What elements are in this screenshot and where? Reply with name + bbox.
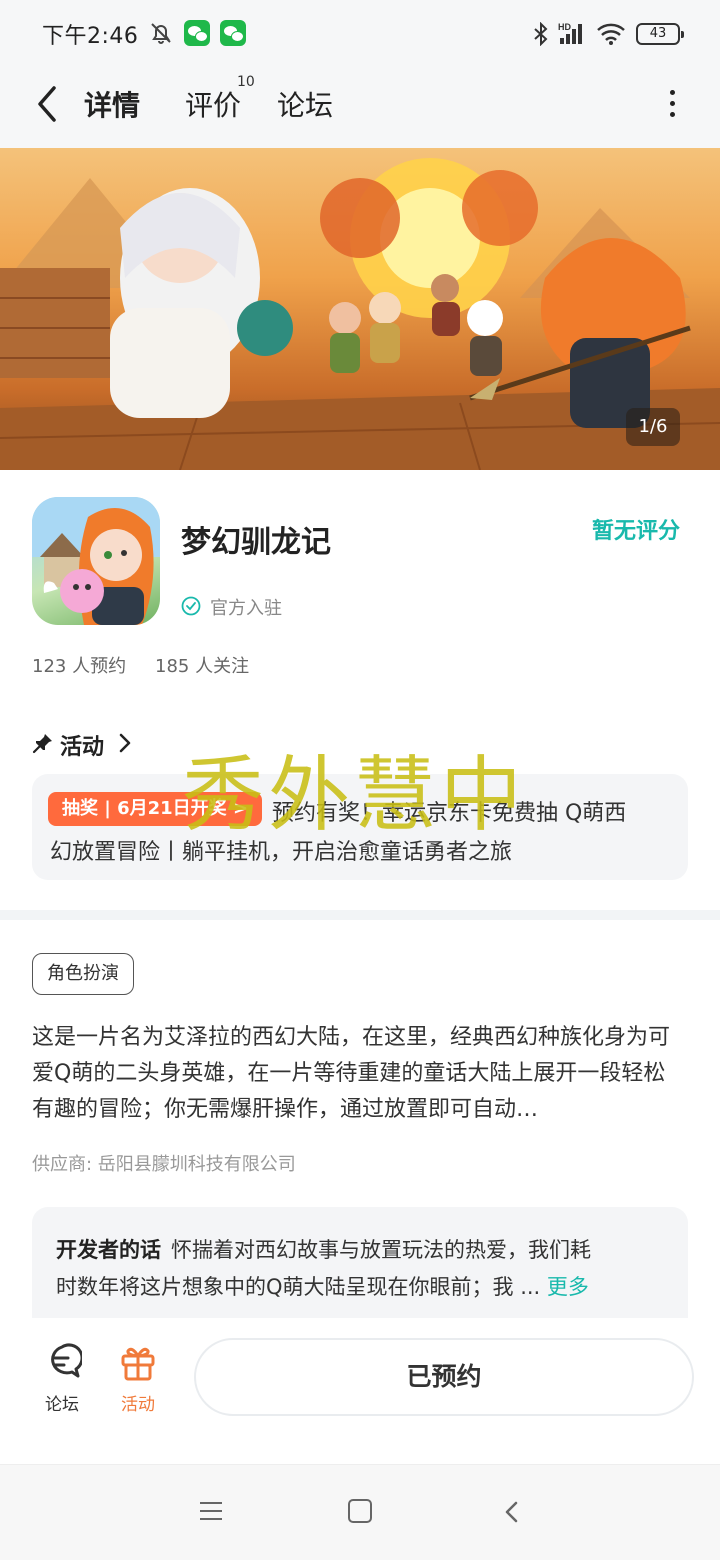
activity-section-title[interactable]: 活动 bbox=[60, 729, 104, 761]
battery-level: 43 bbox=[649, 26, 667, 41]
developer-note-title: 开发者的话 bbox=[56, 1238, 161, 1262]
developer-note-text1: 怀揣着对西幻故事与放置玩法的热爱，我们耗 bbox=[171, 1238, 591, 1262]
lottery-badge: 抽奖 | 6月21日开奖 > bbox=[48, 792, 263, 826]
tab-review[interactable]: 评价 bbox=[185, 84, 241, 124]
tab-forum-label: 论坛 bbox=[277, 89, 334, 122]
developer-note-text2: 时数年将这片想象中的Q萌大陆呈现在你眼前；我 ... bbox=[56, 1275, 541, 1299]
activity-text-line2: 幻放置冒险丨躺平挂机，开启治愈童话勇者之旅 bbox=[50, 840, 513, 865]
status-time: 下午2:46 bbox=[42, 24, 139, 49]
tab-review-label: 评价 bbox=[185, 89, 242, 122]
developer-note-line1: 开发者的话 怀揣着对西幻故事与放置玩法的热爱，我们耗 bbox=[56, 1234, 591, 1264]
recent-apps-icon[interactable] bbox=[200, 1502, 222, 1520]
section-divider bbox=[0, 910, 720, 920]
screenshot-carousel[interactable] bbox=[0, 148, 720, 470]
forum-chat-icon bbox=[51, 1343, 82, 1378]
more-options-icon[interactable] bbox=[660, 86, 684, 126]
signal-icon: HD bbox=[558, 22, 582, 44]
chevron-right-icon[interactable] bbox=[118, 732, 132, 754]
status-bar: 下午2:46 HD 43 bbox=[0, 0, 720, 64]
activity-text-line1: 预约有奖！幸运京东卡免费抽 Q萌西 bbox=[272, 801, 627, 826]
mute-bell-icon bbox=[151, 23, 171, 44]
reserved-button[interactable]: 已预约 bbox=[194, 1338, 694, 1416]
official-label: 官方入驻 bbox=[210, 598, 282, 619]
app-name: 梦幻驯龙记 bbox=[181, 525, 331, 560]
developer-note-card bbox=[32, 1207, 688, 1327]
battery-icon: 43 bbox=[636, 23, 684, 45]
system-back-icon[interactable] bbox=[502, 1500, 522, 1524]
activity-button[interactable]: 活动 bbox=[108, 1342, 168, 1415]
game-description[interactable]: 这是一片名为艾泽拉的西幻大陆，在这里，经典西幻种族化身为可爱Q萌的二头身英雄，在… bbox=[32, 1020, 682, 1128]
genre-tag[interactable]: 角色扮演 bbox=[32, 953, 134, 995]
home-icon[interactable] bbox=[348, 1499, 372, 1523]
activity-label: 活动 bbox=[121, 1395, 155, 1415]
pin-icon bbox=[32, 734, 52, 754]
tab-detail[interactable]: 详情 bbox=[81, 84, 149, 124]
supplier-info: 供应商: 岳阳县朦圳科技有限公司 bbox=[32, 1154, 296, 1175]
tab-detail-label: 详情 bbox=[84, 89, 141, 122]
follower-count: 185 人关注 bbox=[155, 656, 250, 677]
review-count-badge: 10 bbox=[237, 74, 255, 90]
forum-button[interactable]: 论坛 bbox=[32, 1342, 92, 1415]
wifi-icon bbox=[597, 23, 625, 45]
gift-icon bbox=[121, 1347, 155, 1381]
developer-note-line2: 时数年将这片想象中的Q萌大陆呈现在你眼前；我 ... 更多 bbox=[56, 1271, 589, 1301]
wechat-icon bbox=[184, 20, 210, 46]
forum-label: 论坛 bbox=[45, 1395, 79, 1415]
rating-text: 暂无评分 bbox=[592, 519, 681, 544]
carousel-page-indicator: 1/6 bbox=[626, 408, 680, 446]
more-link[interactable]: 更多 bbox=[547, 1275, 589, 1299]
app-icon bbox=[32, 497, 160, 625]
reservation-count: 123 人预约 bbox=[32, 656, 127, 677]
tab-forum[interactable]: 论坛 bbox=[277, 84, 333, 124]
verified-check-icon bbox=[181, 596, 201, 616]
banner-illustration bbox=[0, 158, 720, 470]
back-arrow-icon[interactable] bbox=[30, 82, 70, 126]
bluetooth-icon bbox=[534, 22, 548, 46]
top-nav: 详情 评价 10 论坛 bbox=[0, 64, 720, 148]
wechat-icon bbox=[220, 20, 246, 46]
svg-text:HD: HD bbox=[558, 22, 571, 32]
